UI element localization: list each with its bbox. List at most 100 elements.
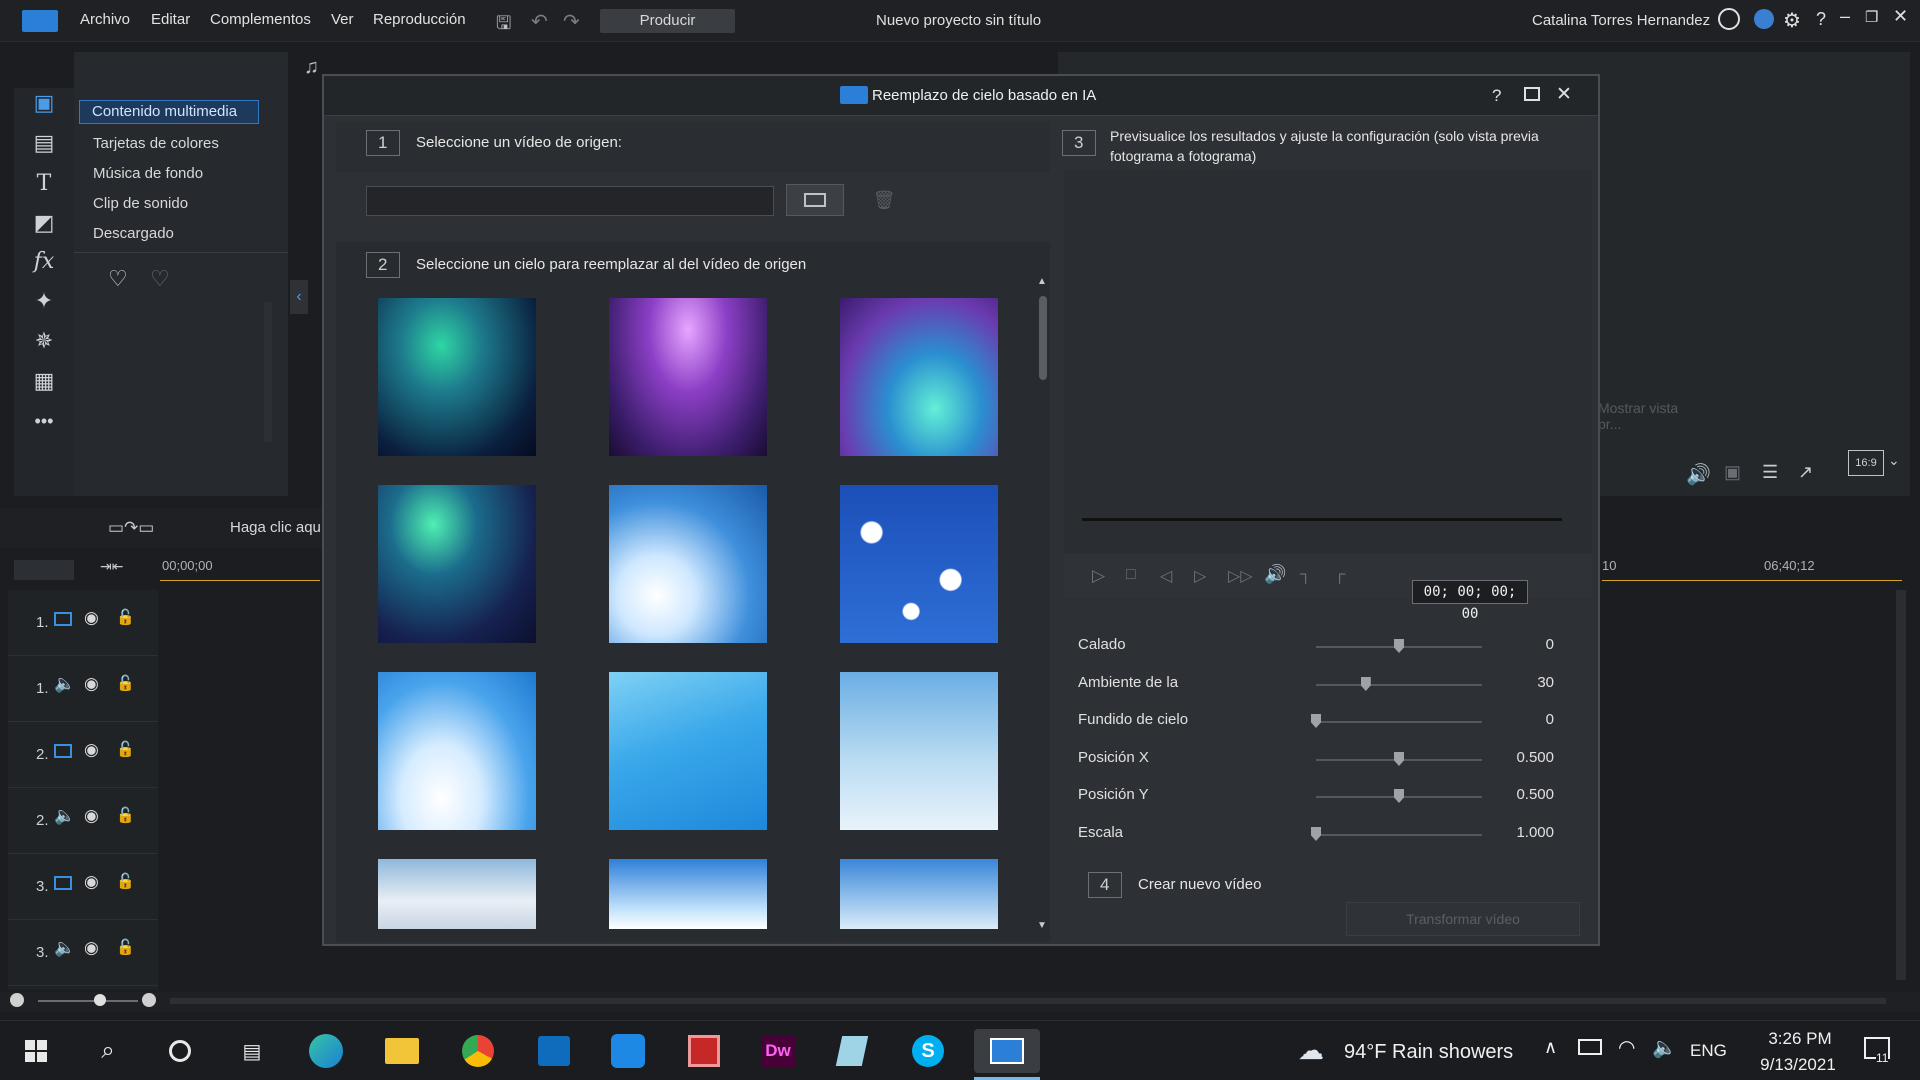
library-item-sound-clip[interactable]: Clip de sonido	[93, 195, 188, 212]
title-room-icon[interactable]: T	[28, 168, 60, 198]
source-video-field[interactable]	[366, 186, 774, 216]
preview-progress-bar[interactable]	[1082, 518, 1562, 521]
library-item-selected[interactable]: Contenido multimedia	[79, 100, 259, 124]
library-scrollbar[interactable]	[264, 302, 272, 442]
close-app-icon[interactable]: ✕	[1893, 6, 1908, 27]
sky-thumbnail-aurora-green[interactable]	[378, 298, 536, 456]
eye-icon[interactable]: ◉	[84, 674, 99, 694]
sky-thumbnail-wispy[interactable]	[840, 859, 998, 929]
aspect-ratio-select[interactable]: 16:9	[1848, 450, 1884, 476]
sky-thumbnail-aurora-purple[interactable]	[609, 298, 767, 456]
outlook-icon[interactable]	[532, 1029, 576, 1073]
minimize-icon[interactable]: –	[1840, 6, 1850, 27]
effects-room-icon[interactable]: fx	[28, 246, 60, 276]
sky-thumbnail-bright-clouds[interactable]	[378, 672, 536, 830]
collapse-panel-icon[interactable]: ‹	[290, 280, 308, 314]
task-view-icon[interactable]: ▤	[230, 1029, 274, 1073]
undo-icon[interactable]: ↶	[531, 9, 548, 34]
lock-icon[interactable]: 🔓	[116, 740, 135, 758]
sky-library-scrollbar[interactable]: ▲ ▼	[1037, 276, 1049, 931]
produce-button[interactable]: Producir	[600, 9, 735, 33]
zoom-in-icon[interactable]	[142, 993, 156, 1007]
param-slider-fundido[interactable]	[1316, 721, 1482, 723]
delete-source-button[interactable]: 🗑	[864, 184, 904, 216]
track-manager-icon[interactable]: ▭↷▭	[108, 518, 154, 538]
particle-room-icon[interactable]: ✵	[28, 326, 60, 356]
sky-thumbnail-horizon-clouds[interactable]	[609, 859, 767, 929]
skype-icon[interactable]: S	[906, 1029, 950, 1073]
library-item-background-music[interactable]: Música de fondo	[93, 165, 203, 182]
fast-forward-icon[interactable]: ▷▷	[1228, 566, 1253, 586]
menu-archivo[interactable]: Archivo	[80, 11, 130, 28]
play-icon[interactable]: ▷	[1092, 566, 1105, 586]
notification-icon[interactable]	[1754, 9, 1774, 29]
speaker-icon[interactable]: 🔈	[1652, 1035, 1677, 1060]
lock-icon[interactable]: 🔓	[116, 938, 135, 956]
sky-thumbnail-aurora-teal[interactable]	[840, 298, 998, 456]
snapshot-icon[interactable]: ▣	[1724, 462, 1741, 483]
language-indicator[interactable]: ENG	[1690, 1041, 1727, 1061]
scroll-up-icon[interactable]: ▲	[1037, 276, 1047, 287]
param-slider-thumb-posicion-y[interactable]	[1394, 789, 1404, 803]
menu-reproduccion[interactable]: Reproducción	[373, 11, 466, 28]
add-tag-icon[interactable]: ♡	[108, 266, 128, 292]
param-slider-escala[interactable]	[1316, 834, 1482, 836]
dialog-close-icon[interactable]: ✕	[1556, 83, 1572, 106]
redo-icon[interactable]: ↷	[563, 9, 580, 34]
dialog-help-icon[interactable]: ?	[1492, 86, 1501, 106]
param-slider-thumb-fundido[interactable]	[1311, 714, 1321, 728]
wifi-icon[interactable]: ◠	[1618, 1035, 1635, 1060]
sky-thumbnail-scattered-clouds[interactable]	[840, 485, 998, 643]
media-room-tool-icon[interactable]: ▣	[28, 88, 60, 118]
template-room-icon[interactable]: ▤	[28, 128, 60, 158]
timeline-horizontal-scrollbar[interactable]	[170, 998, 1886, 1004]
track-view-icon[interactable]	[14, 560, 74, 580]
sky-thumbnail-clear-blue[interactable]	[609, 672, 767, 830]
param-slider-ambiente[interactable]	[1316, 684, 1482, 686]
lock-icon[interactable]: 🔓	[116, 872, 135, 890]
powerdirector-taskbar-icon[interactable]	[974, 1029, 1040, 1073]
scroll-down-icon[interactable]: ▼	[1037, 920, 1047, 931]
volume-icon[interactable]: 🔊	[1686, 462, 1711, 487]
zoom-out-icon[interactable]	[10, 993, 24, 1007]
help-icon[interactable]: ?	[1816, 9, 1826, 30]
weather-status[interactable]: 94°F Rain showers	[1344, 1041, 1513, 1064]
preview-mode-button[interactable]: Mostrar vista pr...	[1598, 400, 1688, 432]
lock-icon[interactable]: 🔓	[116, 806, 135, 824]
mark-in-icon[interactable]: ┐	[1300, 566, 1311, 584]
zoom-slider[interactable]	[38, 1000, 138, 1002]
undock-icon[interactable]: ↗	[1798, 462, 1813, 483]
eye-icon[interactable]: ◉	[84, 806, 99, 826]
weather-cloud-icon[interactable]: ☁	[1298, 1035, 1324, 1066]
chevron-down-icon[interactable]: ⌄	[1888, 452, 1900, 469]
restore-icon[interactable]: ❐	[1865, 8, 1878, 26]
sky-thumbnail-overcast[interactable]	[378, 859, 536, 929]
sky-thumbnail-cloudy-blue[interactable]	[609, 485, 767, 643]
edge-browser-icon[interactable]	[304, 1029, 348, 1073]
sky-thumbnail-aurora-night[interactable]	[378, 485, 536, 643]
chrome-icon[interactable]	[456, 1029, 500, 1073]
sky-thumbnail-pale-clouds[interactable]	[840, 672, 998, 830]
next-frame-icon[interactable]: ▷	[1194, 566, 1206, 586]
param-slider-thumb-ambiente[interactable]	[1360, 677, 1371, 691]
subtitle-list-icon[interactable]: ☰	[1762, 462, 1778, 483]
settings-gear-icon[interactable]: ⚙	[1783, 8, 1801, 33]
lock-icon[interactable]: 🔓	[116, 674, 135, 692]
transition-room-icon[interactable]: ◩	[28, 208, 60, 238]
pip-room-icon[interactable]: ✦	[28, 286, 60, 316]
param-slider-thumb-calado[interactable]	[1394, 639, 1404, 653]
clock-date[interactable]: 9/13/2021	[1742, 1055, 1854, 1075]
param-slider-thumb-posicion-x[interactable]	[1394, 752, 1404, 766]
eye-icon[interactable]: ◉	[84, 872, 99, 892]
account-icon[interactable]	[1718, 8, 1740, 30]
audio-filter-icon[interactable]: ♫	[304, 56, 319, 79]
tray-expand-icon[interactable]: ∧	[1544, 1037, 1557, 1058]
library-item-color-boards[interactable]: Tarjetas de colores	[93, 135, 219, 152]
file-explorer-icon[interactable]	[380, 1029, 424, 1073]
menu-ver[interactable]: Ver	[331, 11, 354, 28]
stop-icon[interactable]: □	[1126, 566, 1136, 584]
zoom-slider-thumb[interactable]	[94, 994, 106, 1006]
battery-icon[interactable]	[1578, 1039, 1602, 1055]
ulead-app-icon[interactable]	[606, 1029, 650, 1073]
dreamweaver-icon[interactable]: Dw	[756, 1029, 800, 1073]
